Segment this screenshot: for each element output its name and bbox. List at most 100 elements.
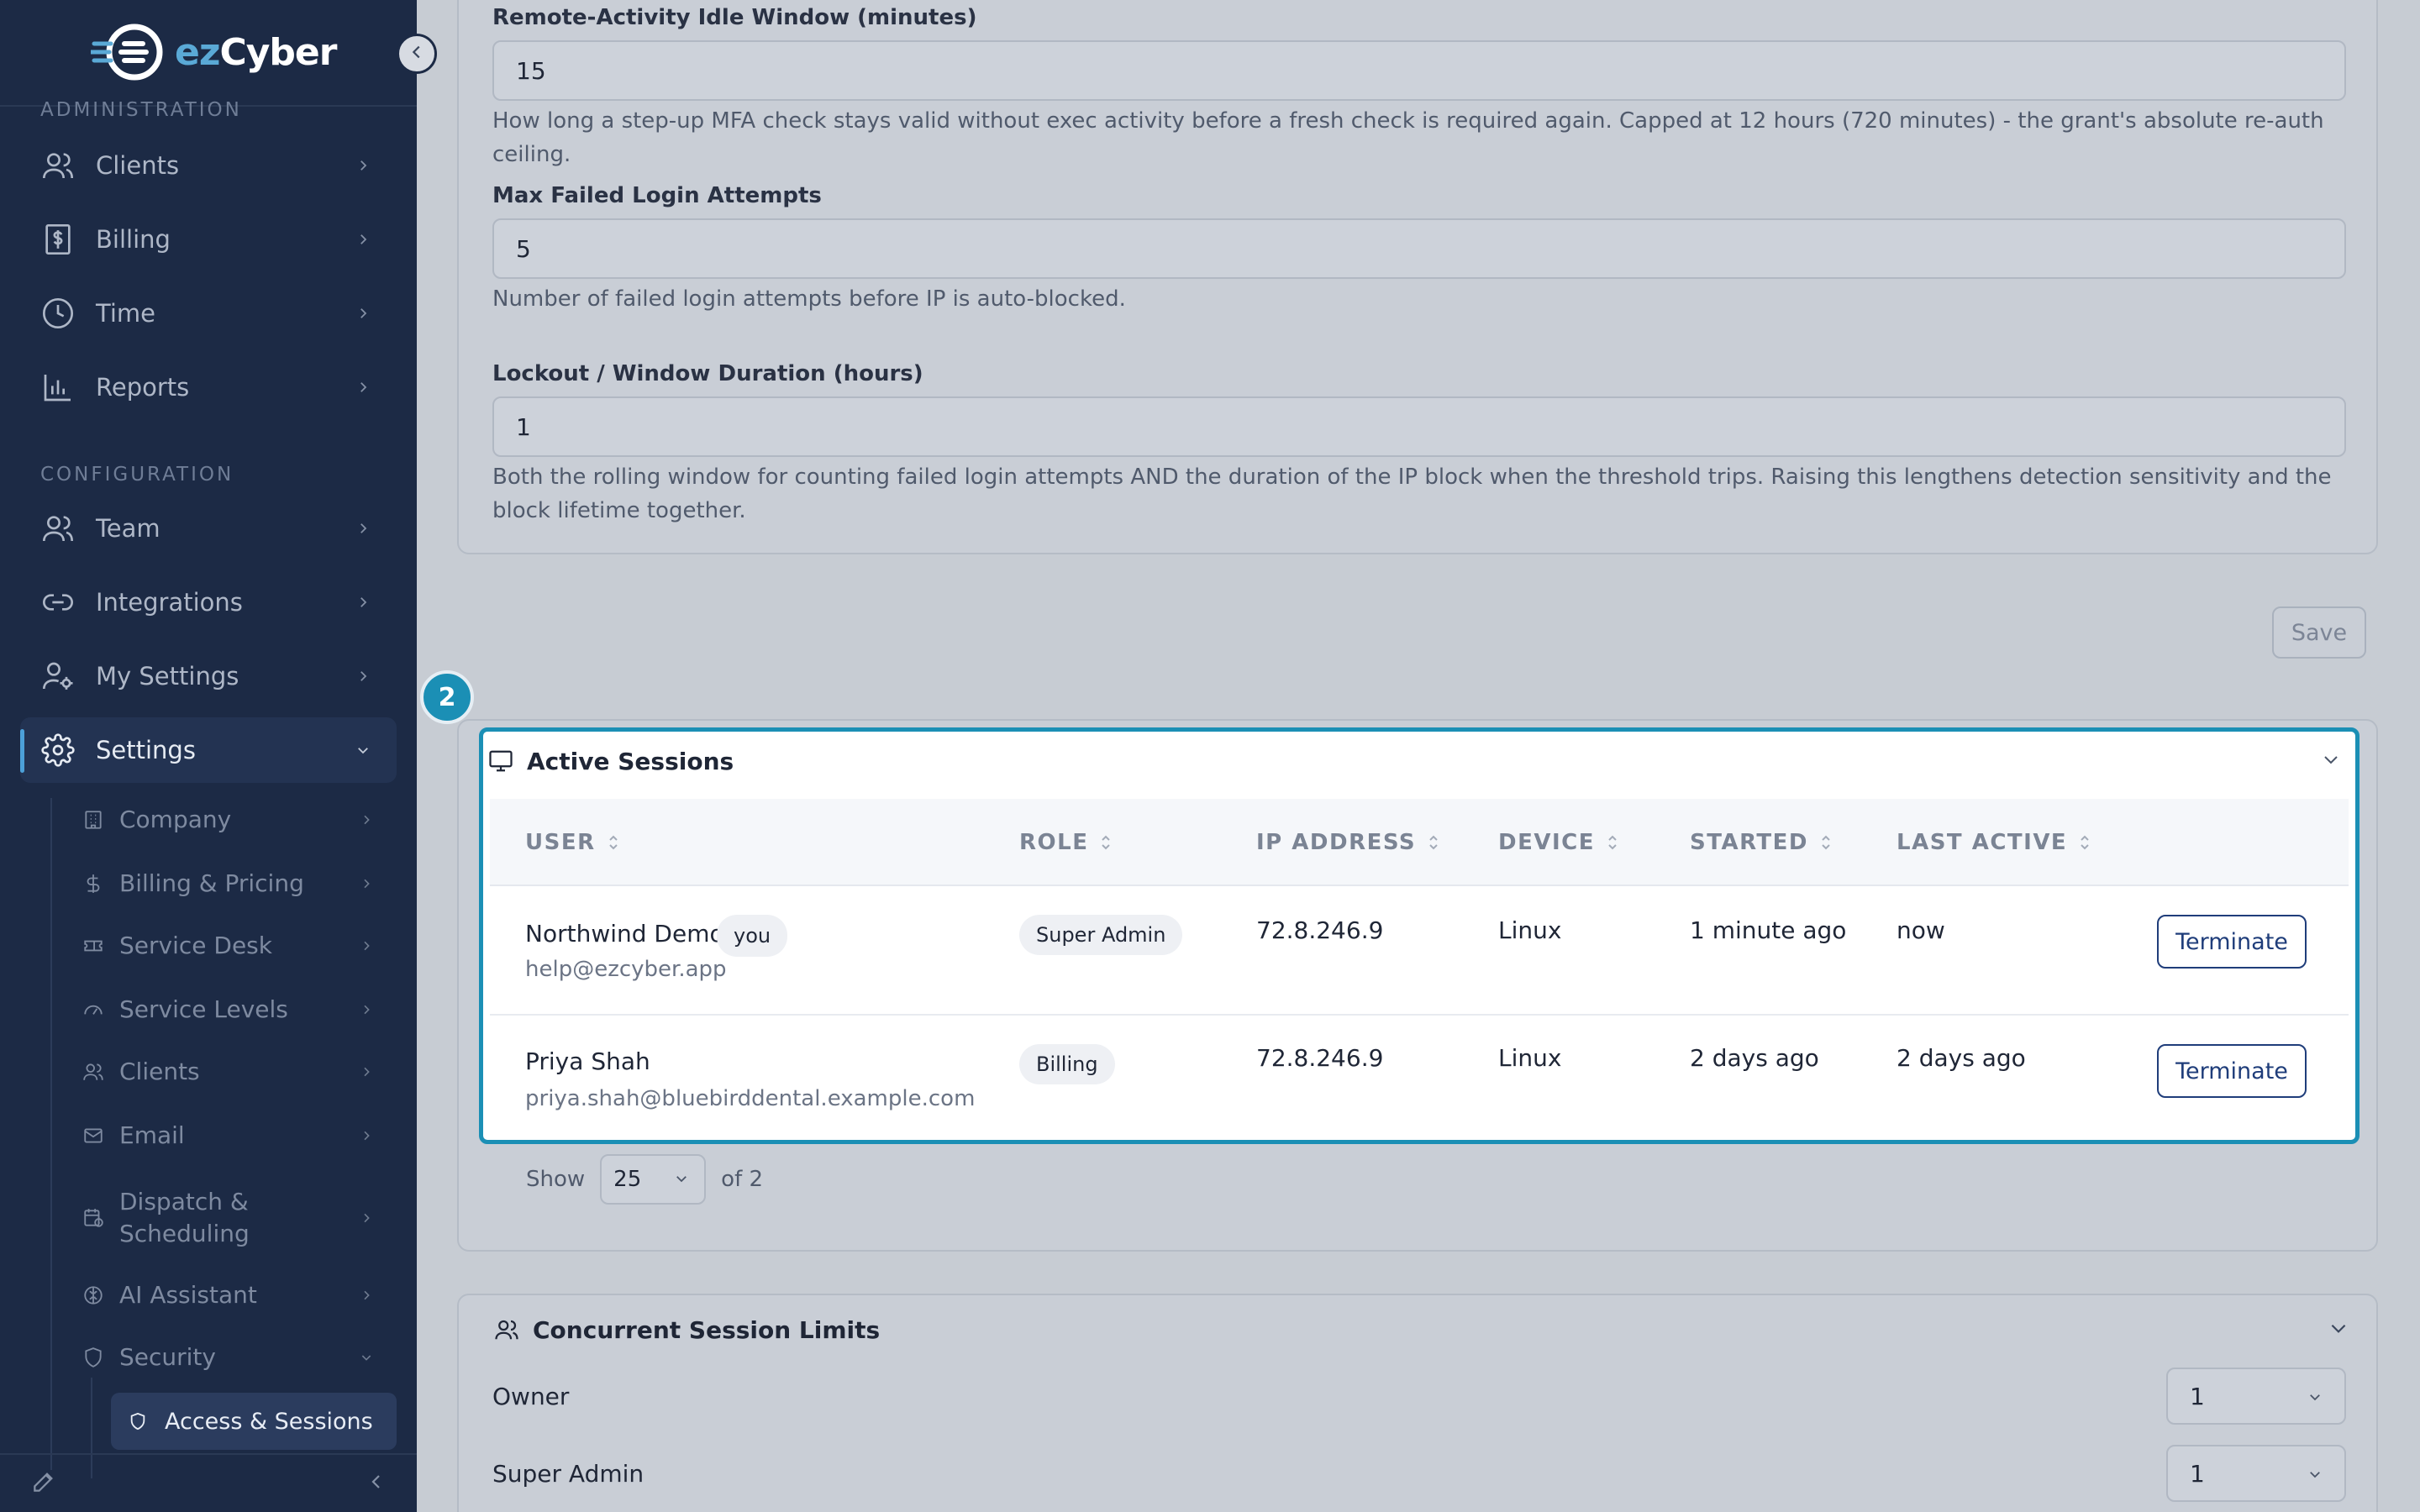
- chevron-right-icon: [351, 591, 375, 614]
- chevron-down-icon: [351, 738, 375, 762]
- limit-label-owner: Owner: [492, 1383, 570, 1410]
- sidebar-subitem-service-levels[interactable]: Service Levels: [81, 993, 383, 1026]
- brand-header: ezCyber: [0, 0, 417, 107]
- max-failed-input[interactable]: 5: [492, 218, 2346, 279]
- page-size-select[interactable]: 25: [600, 1154, 707, 1205]
- active-indicator: [20, 729, 24, 773]
- receipt-dollar-icon: [39, 220, 77, 259]
- chevron-right-icon: [356, 810, 376, 830]
- dollar-icon: [81, 871, 106, 896]
- chevron-right-icon: [356, 936, 376, 956]
- logo-text: ezCyber: [175, 30, 337, 74]
- limit-select-super-admin[interactable]: 1: [2166, 1445, 2346, 1502]
- sidebar-footer: [0, 1453, 417, 1512]
- edit-pencil-icon[interactable]: [30, 1468, 57, 1499]
- collapse-sidebar-icon[interactable]: [366, 1472, 387, 1495]
- column-header-ip-address[interactable]: IP ADDRESS: [1256, 799, 1443, 886]
- limit-label-super-admin: Super Admin: [492, 1460, 644, 1488]
- shield-icon: [81, 1345, 106, 1370]
- sidebar-toggle-button[interactable]: [397, 34, 437, 74]
- sidebar-subitem-ai-assistant[interactable]: AI Assistant: [81, 1278, 383, 1312]
- column-header-user[interactable]: USER: [525, 799, 623, 886]
- sidebar-subitem-access-sessions[interactable]: Access & Sessions: [111, 1393, 397, 1450]
- users-icon: [81, 1059, 106, 1084]
- section-label-administration: ADMINISTRATION: [40, 99, 242, 121]
- sidebar-item-integrations[interactable]: Integrations: [20, 570, 397, 635]
- sidebar-item-my-settings[interactable]: My Settings: [20, 643, 397, 709]
- chevron-right-icon: [356, 1126, 376, 1146]
- lockout-duration-help: Both the rolling window for counting fai…: [492, 465, 2332, 523]
- session-ip: 72.8.246.9: [1256, 1044, 1384, 1072]
- sidebar-item-reports[interactable]: Reports: [20, 354, 397, 420]
- column-header-role[interactable]: ROLE: [1019, 799, 1115, 886]
- chevron-left-icon: [408, 43, 426, 65]
- sidebar-item-team[interactable]: Team: [20, 496, 397, 561]
- session-ip: 72.8.246.9: [1256, 916, 1384, 944]
- sidebar-item-clients[interactable]: Clients: [20, 133, 397, 198]
- sidebar-subitem-clients[interactable]: Clients: [81, 1055, 383, 1089]
- logo-mark-icon: [88, 18, 171, 86]
- sidebar-subitem-email[interactable]: Email: [81, 1119, 383, 1152]
- table-row: Priya Shah priya.shah@bluebirddental.exa…: [490, 1016, 2349, 1140]
- sort-icon: [1097, 833, 1115, 852]
- sort-icon: [1603, 833, 1622, 852]
- column-header-device[interactable]: DEVICE: [1498, 799, 1622, 886]
- sidebar-item-settings[interactable]: Settings: [20, 717, 397, 783]
- chevron-right-icon: [351, 154, 375, 177]
- pagination: Show 25 of 2: [526, 1154, 763, 1205]
- collapse-limits-button[interactable]: [2328, 1317, 2349, 1342]
- sidebar-subitem-dispatch-scheduling[interactable]: Dispatch & Scheduling: [81, 1184, 383, 1252]
- chevron-down-icon: [2307, 1383, 2323, 1410]
- idle-window-input[interactable]: 15: [492, 40, 2346, 101]
- session-user-email: help@ezcyber.app: [525, 957, 727, 982]
- building-icon: [81, 807, 106, 832]
- page-total-label: of 2: [721, 1167, 764, 1192]
- user-cog-icon: [39, 657, 77, 696]
- session-user-email: priya.shah@bluebirddental.example.com: [525, 1086, 976, 1111]
- sort-icon: [2075, 833, 2094, 852]
- sort-icon: [1817, 833, 1835, 852]
- idle-window-label: Remote-Activity Idle Window (minutes): [492, 5, 977, 30]
- chevron-down-icon: [2321, 749, 2341, 773]
- sidebar-subitem-security[interactable]: Security: [81, 1341, 383, 1374]
- lockout-duration-input[interactable]: 1: [492, 396, 2346, 457]
- max-failed-label: Max Failed Login Attempts: [492, 183, 822, 208]
- sidebar-item-time[interactable]: Time: [20, 281, 397, 346]
- chevron-right-icon: [356, 874, 376, 894]
- chevron-down-icon: [2328, 1324, 2349, 1342]
- limit-select-owner[interactable]: 1: [2166, 1368, 2346, 1425]
- terminate-session-button[interactable]: Terminate: [2157, 915, 2307, 969]
- session-user-name: Northwind Demo: [525, 920, 724, 948]
- chevron-right-icon: [356, 1000, 376, 1020]
- chevron-right-icon: [351, 664, 375, 688]
- ezcyber-logo[interactable]: ezCyber: [88, 18, 337, 86]
- sidebar-subitem-company[interactable]: Company: [81, 803, 383, 837]
- lockout-duration-label: Lockout / Window Duration (hours): [492, 361, 923, 386]
- idle-window-help: How long a step-up MFA check stays valid…: [492, 108, 2324, 167]
- gear-icon: [39, 731, 77, 769]
- gauge-icon: [81, 997, 106, 1022]
- sidebar-item-billing[interactable]: Billing: [20, 207, 397, 272]
- brain-icon: [81, 1283, 106, 1308]
- role-badge: Super Admin: [1019, 915, 1183, 955]
- terminate-session-button[interactable]: Terminate: [2157, 1044, 2307, 1098]
- save-button[interactable]: Save: [2272, 606, 2366, 659]
- you-badge: you: [717, 915, 788, 957]
- mail-icon: [81, 1123, 106, 1148]
- sort-icon: [604, 833, 623, 852]
- sidebar-subitem-billing-pricing[interactable]: Billing & Pricing: [81, 867, 383, 900]
- table-row: Northwind Demo you help@ezcyber.app Supe…: [490, 886, 2349, 1016]
- chevron-right-icon: [356, 1208, 376, 1228]
- sidebar-subitem-service-desk[interactable]: Service Desk: [81, 929, 383, 963]
- column-header-last-active[interactable]: LAST ACTIVE: [1897, 799, 2094, 886]
- chevron-right-icon: [351, 375, 375, 399]
- session-last-active: now: [1897, 916, 1945, 944]
- concurrent-session-limits-title: Concurrent Session Limits: [492, 1315, 880, 1344]
- sidebar: ezCyber ADMINISTRATION Clients Billing T…: [0, 0, 417, 1512]
- collapse-sessions-button[interactable]: [2318, 748, 2344, 774]
- chevron-down-icon: [2307, 1460, 2323, 1488]
- active-sessions-panel: Active Sessions USER ROLE IP ADDRESS DEV…: [479, 727, 2360, 1144]
- session-started: 1 minute ago: [1690, 916, 1847, 944]
- chevron-right-icon: [351, 228, 375, 251]
- column-header-started[interactable]: STARTED: [1690, 799, 1835, 886]
